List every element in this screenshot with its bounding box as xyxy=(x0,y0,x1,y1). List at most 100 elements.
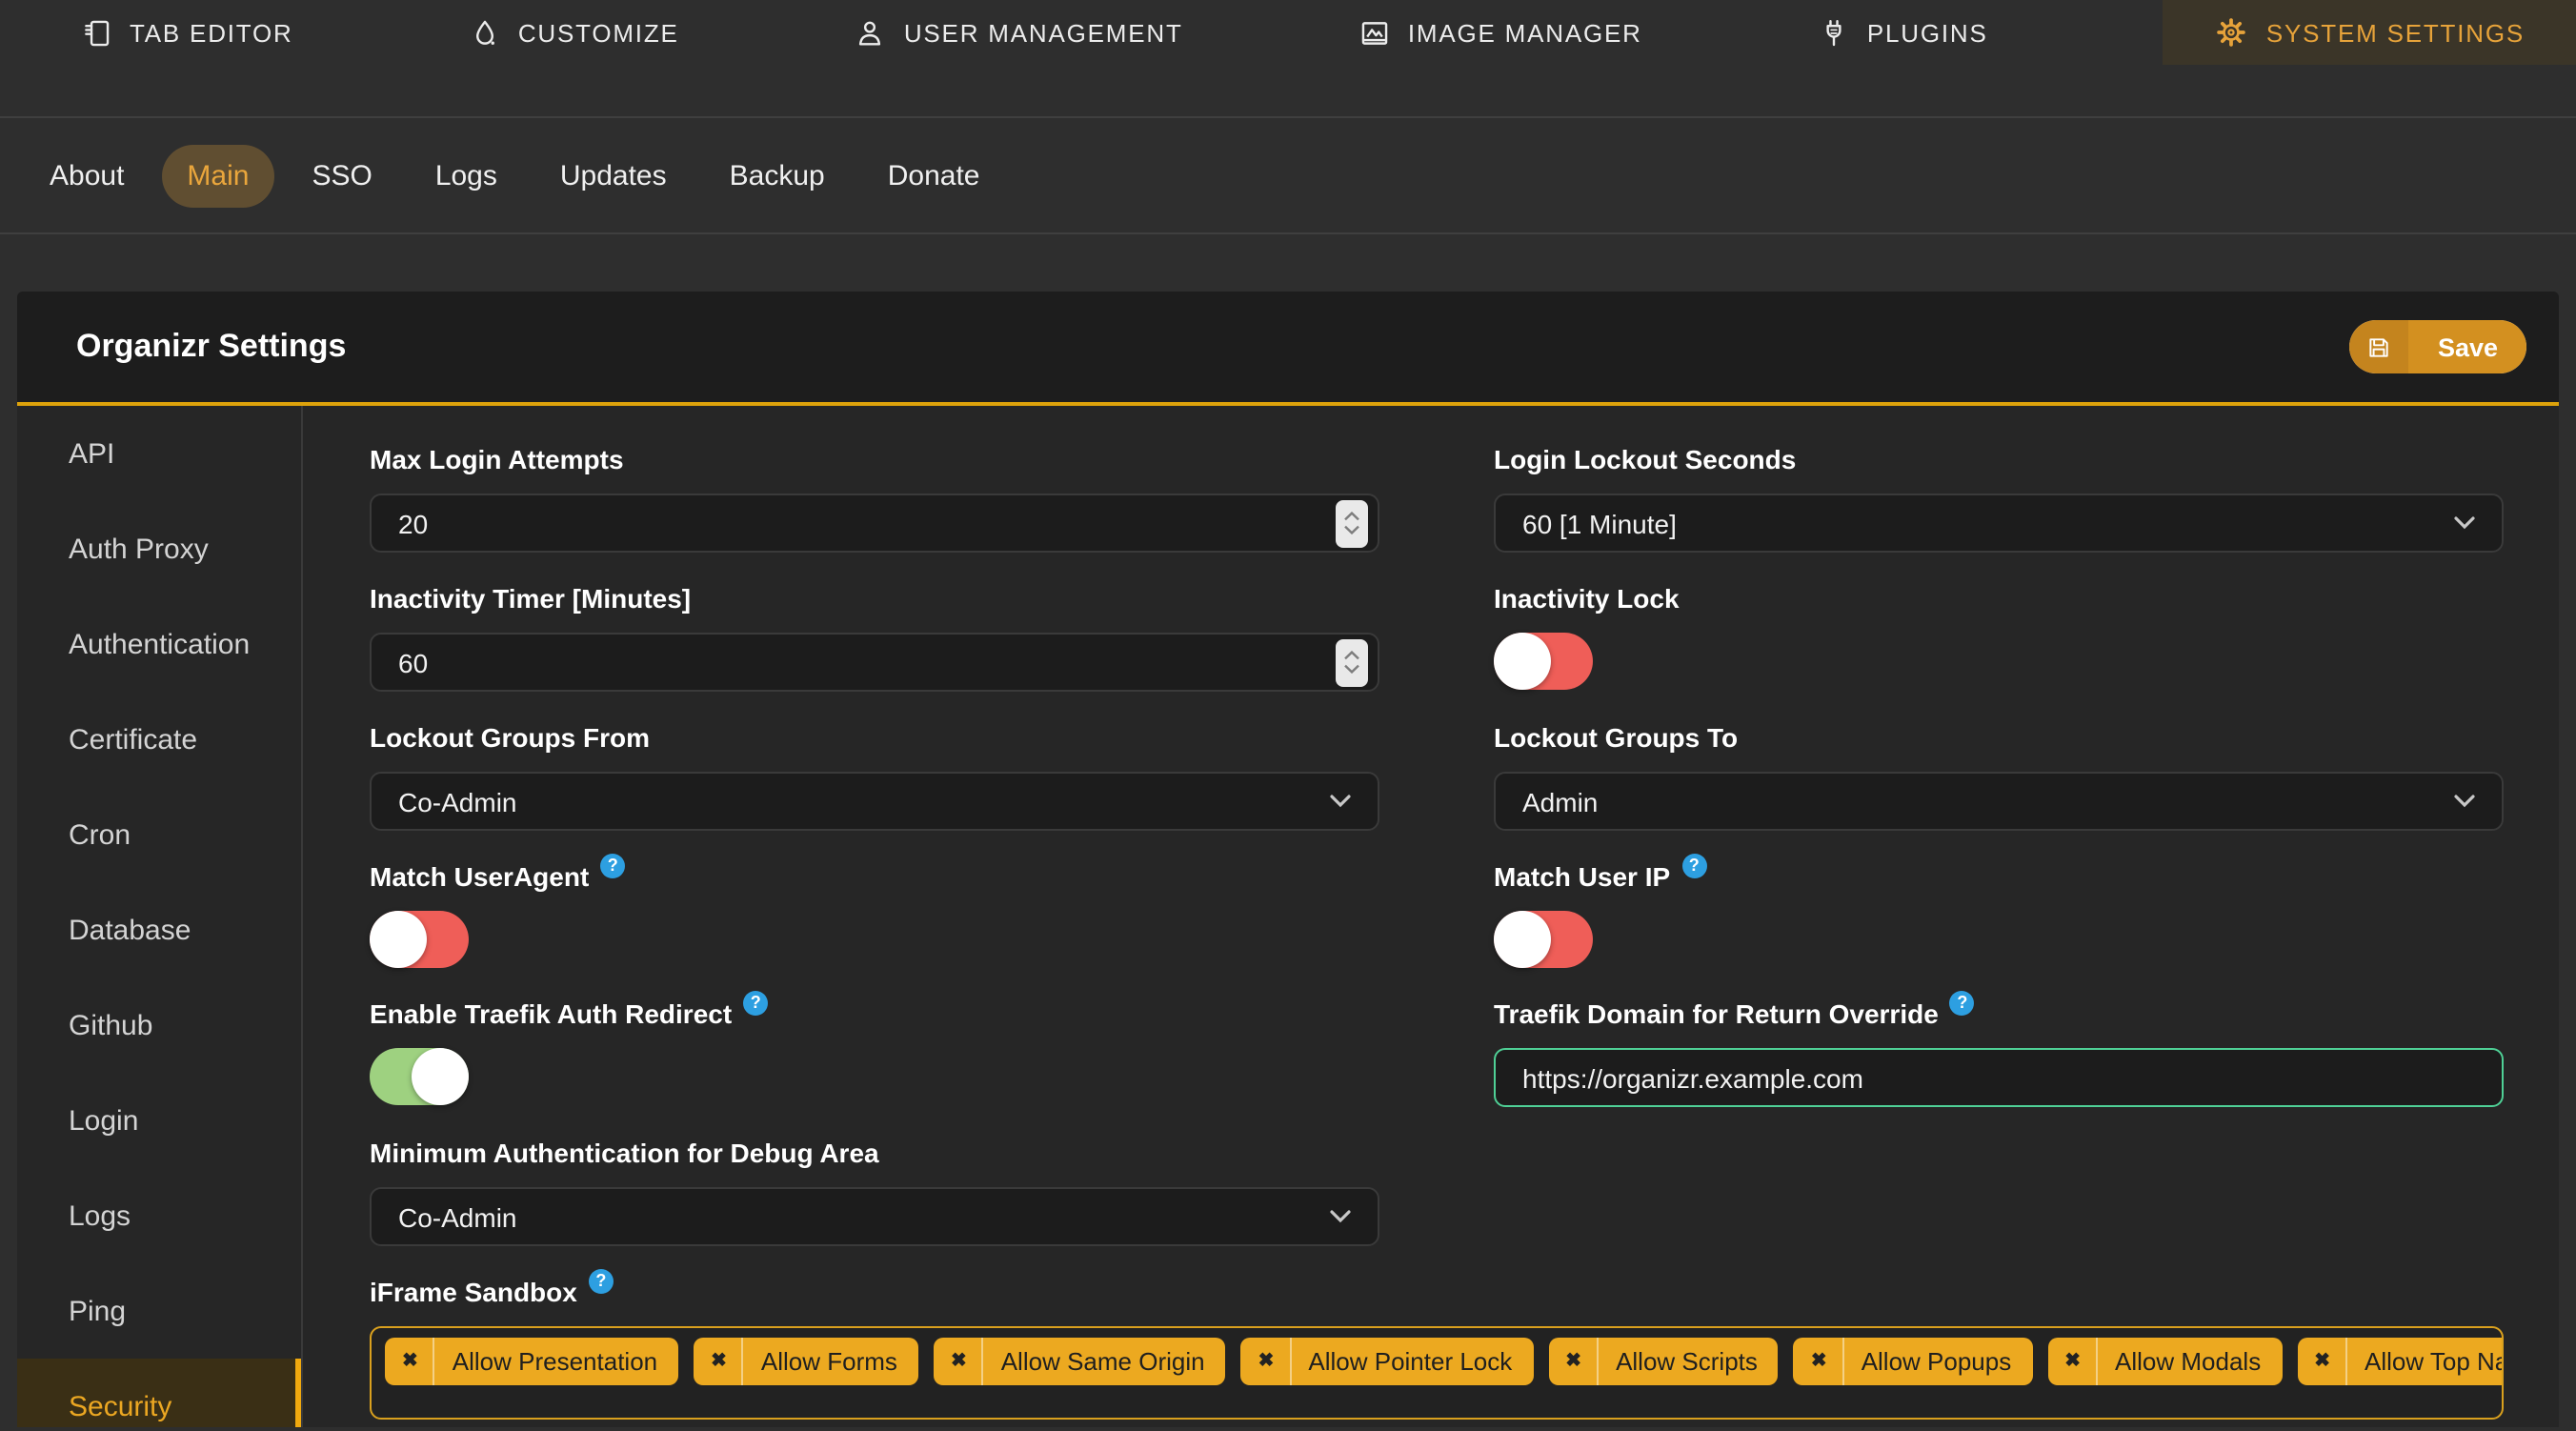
tab-backup[interactable]: Backup xyxy=(705,144,850,207)
tag-remove-icon[interactable]: ✖ xyxy=(1794,1351,1842,1372)
sidebar-item-security[interactable]: Security xyxy=(17,1359,301,1427)
sidebar-item-api[interactable]: API xyxy=(17,406,301,501)
tag-label: Allow Top Navigation xyxy=(2345,1338,2502,1385)
nav-item-customize[interactable]: CUSTOMIZE xyxy=(469,0,679,65)
tag-remove-icon[interactable]: ✖ xyxy=(385,1351,433,1372)
inactivity-lock-toggle[interactable] xyxy=(1494,633,1593,690)
nav-item-label: USER MANAGEMENT xyxy=(903,18,1183,47)
sandbox-tag: ✖ Allow Popups xyxy=(1793,1338,2033,1385)
chevron-down-icon xyxy=(1330,795,1351,808)
form-grid: Max Login Attempts Login Lockout Seconds xyxy=(370,444,2506,1107)
field-match-useragent: Match UserAgent? xyxy=(370,854,1379,968)
field-label: Match User IP xyxy=(1494,861,1671,892)
field-label: Login Lockout Seconds xyxy=(1494,444,1797,474)
nav-item-plugins[interactable]: PLUGINS xyxy=(1818,0,1988,65)
min-auth-debug-select[interactable]: Co-Admin xyxy=(370,1187,1379,1246)
sidebar-item-database[interactable]: Database xyxy=(17,882,301,978)
sandbox-tag: ✖ Allow Modals xyxy=(2047,1338,2283,1385)
inactivity-timer-input[interactable] xyxy=(370,633,1379,692)
match-useragent-toggle[interactable] xyxy=(370,911,469,968)
chevron-down-icon xyxy=(2454,795,2475,808)
tag-label: Allow Scripts xyxy=(1597,1338,1779,1385)
customize-icon xyxy=(469,16,501,49)
toggle-knob xyxy=(1494,633,1551,690)
panel-body: API Auth Proxy Authentication Certificate Cr… xyxy=(17,406,2559,1427)
tag-remove-icon[interactable]: ✖ xyxy=(1241,1351,1290,1372)
tag-remove-icon[interactable]: ✖ xyxy=(694,1351,742,1372)
tag-label: Allow Pointer Lock xyxy=(1289,1338,1533,1385)
image-manager-icon xyxy=(1358,16,1391,49)
field-match-user-ip: Match User IP? xyxy=(1494,854,2504,968)
panel-header: Organizr Settings Save xyxy=(17,292,2559,406)
sidebar-item-authentication[interactable]: Authentication xyxy=(17,596,301,692)
enable-traefik-auth-redirect-toggle[interactable] xyxy=(370,1048,469,1105)
field-label: Minimum Authentication for Debug Area xyxy=(370,1138,879,1168)
help-icon[interactable]: ? xyxy=(743,991,769,1016)
field-inactivity-lock: Inactivity Lock xyxy=(1494,583,2504,692)
sidebar-item-github[interactable]: Github xyxy=(17,978,301,1073)
nav-item-label: CUSTOMIZE xyxy=(517,18,679,47)
field-enable-traefik-auth-redirect: Enable Traefik Auth Redirect? xyxy=(370,991,1379,1107)
save-button[interactable]: Save xyxy=(2349,320,2526,373)
sidebar-item-auth-proxy[interactable]: Auth Proxy xyxy=(17,501,301,596)
help-icon[interactable]: ? xyxy=(1949,991,1975,1016)
toggle-knob xyxy=(1494,911,1551,968)
settings-sidebar: API Auth Proxy Authentication Certificate Cr… xyxy=(17,406,303,1427)
tag-label: Allow Same Origin xyxy=(981,1338,1226,1385)
help-icon[interactable]: ? xyxy=(600,854,626,878)
tag-label: Allow Presentation xyxy=(433,1338,678,1385)
chevron-up-icon xyxy=(1344,512,1359,521)
chevron-down-icon xyxy=(1330,1210,1351,1223)
number-spinner[interactable] xyxy=(1336,638,1368,686)
sandbox-tag: ✖ Allow Presentation xyxy=(385,1338,679,1385)
match-user-ip-toggle[interactable] xyxy=(1494,911,1593,968)
traefik-domain-input[interactable] xyxy=(1494,1048,2504,1107)
max-login-attempts-input[interactable] xyxy=(370,494,1379,553)
toggle-knob xyxy=(370,911,427,968)
lockout-groups-from-select[interactable]: Co-Admin xyxy=(370,772,1379,831)
field-label: Match UserAgent xyxy=(370,861,590,892)
nav-item-label: TAB EDITOR xyxy=(130,18,293,47)
iframe-sandbox-tagbox[interactable]: ✖ Allow Presentation ✖ Allow Forms ✖ Allow Sa… xyxy=(370,1326,2504,1420)
tag-label: Allow Modals xyxy=(2096,1338,2282,1385)
sidebar-item-cron[interactable]: Cron xyxy=(17,787,301,882)
field-lockout-groups-to: Lockout Groups To Admin xyxy=(1494,722,2504,831)
login-lockout-seconds-select[interactable]: 60 [1 Minute] xyxy=(1494,494,2504,553)
help-icon[interactable]: ? xyxy=(1681,854,1707,878)
tag-remove-icon[interactable]: ✖ xyxy=(2297,1351,2345,1372)
nav-item-system-settings[interactable]: SYSTEM SETTINGS xyxy=(2163,0,2576,65)
tab-updates[interactable]: Updates xyxy=(535,144,692,207)
top-nav: TAB EDITOR CUSTOMIZE USER MANAGEMENT IMAGE … xyxy=(0,0,2576,65)
number-spinner[interactable] xyxy=(1336,499,1368,547)
sidebar-item-ping[interactable]: Ping xyxy=(17,1263,301,1359)
sidebar-item-certificate[interactable]: Certificate xyxy=(17,692,301,787)
chevron-up-icon xyxy=(1344,651,1359,660)
sidebar-item-logs[interactable]: Logs xyxy=(17,1168,301,1263)
tab-about[interactable]: About xyxy=(25,144,149,207)
page-title: Organizr Settings xyxy=(76,328,347,364)
nav-item-label: SYSTEM SETTINGS xyxy=(2265,18,2525,47)
tab-logs[interactable]: Logs xyxy=(411,144,522,207)
nav-item-image-manager[interactable]: IMAGE MANAGER xyxy=(1358,0,1642,65)
field-login-lockout-seconds: Login Lockout Seconds 60 [1 Minute] xyxy=(1494,444,2504,553)
chevron-down-icon xyxy=(1344,664,1359,674)
plugins-icon xyxy=(1818,16,1850,49)
help-icon[interactable]: ? xyxy=(588,1269,614,1294)
nav-item-tab-editor[interactable]: TAB EDITOR xyxy=(80,0,293,65)
nav-item-user-management[interactable]: USER MANAGEMENT xyxy=(855,0,1183,65)
settings-panel: Organizr Settings Save API Auth Proxy Auth… xyxy=(17,292,2559,1427)
tag-remove-icon[interactable]: ✖ xyxy=(2047,1351,2096,1372)
sandbox-tag: ✖Allow Top Navigation xyxy=(2297,1338,2502,1385)
field-lockout-groups-from: Lockout Groups From Co-Admin xyxy=(370,722,1379,831)
sandbox-tag: ✖ Allow Same Origin xyxy=(933,1338,1226,1385)
tab-editor-icon xyxy=(80,16,112,49)
select-value: Co-Admin xyxy=(398,786,517,816)
tab-main[interactable]: Main xyxy=(162,144,274,207)
tag-label: Allow Forms xyxy=(741,1338,918,1385)
sidebar-item-login[interactable]: Login xyxy=(17,1073,301,1168)
tab-donate[interactable]: Donate xyxy=(863,144,1005,207)
tag-remove-icon[interactable]: ✖ xyxy=(934,1351,982,1372)
tab-sso[interactable]: SSO xyxy=(287,144,396,207)
lockout-groups-to-select[interactable]: Admin xyxy=(1494,772,2504,831)
tag-remove-icon[interactable]: ✖ xyxy=(1548,1351,1597,1372)
